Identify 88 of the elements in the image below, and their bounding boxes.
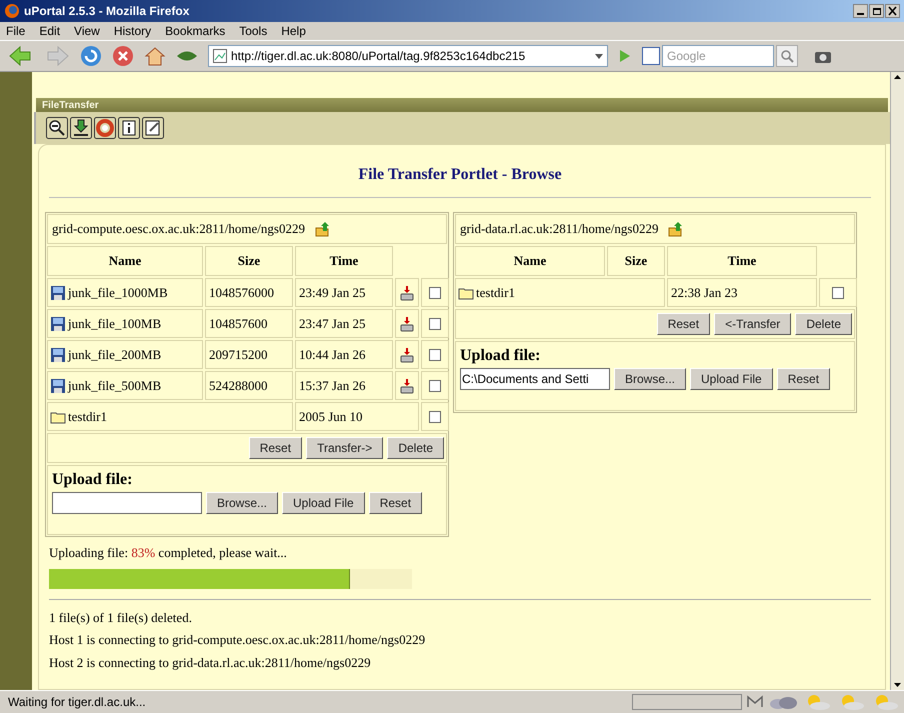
close-button[interactable] [885, 4, 900, 18]
search-field[interactable]: Google [662, 45, 774, 67]
upload-label: Upload file: [52, 470, 134, 490]
menu-item[interactable]: History [114, 22, 152, 40]
file-path-field[interactable]: C:\Documents and Setti [460, 368, 610, 390]
row-checkbox[interactable] [429, 318, 441, 330]
status-bar-text: Waiting for tiger.dl.ac.uk... [7, 694, 146, 711]
host-path: grid-compute.oesc.ox.ac.uk:2811/home/ngs0229 [52, 220, 305, 238]
file-name: junk_file_100MB [68, 314, 162, 333]
form-button[interactable]: Reset [776, 368, 830, 390]
form-button[interactable]: Delete [387, 437, 444, 459]
folder-up-icon[interactable] [314, 221, 331, 237]
column-header: Name [47, 246, 203, 276]
download-icon[interactable] [70, 117, 92, 139]
row-checkbox[interactable] [429, 348, 441, 360]
file-time: 2005 Jun 10 [295, 402, 419, 431]
file-size: 524288000 [205, 371, 293, 400]
edit-icon[interactable] [142, 117, 164, 139]
file-time: 23:49 Jan 25 [295, 278, 393, 307]
row-checkbox[interactable] [832, 286, 844, 298]
menu-item[interactable]: Edit [39, 22, 60, 40]
info-icon[interactable] [118, 117, 140, 139]
file-time: 22:38 Jan 23 [667, 278, 817, 307]
upload-label: Upload file: [460, 346, 542, 366]
menu-item[interactable]: Bookmarks [165, 22, 226, 40]
file-time: 23:47 Jan 25 [295, 309, 393, 338]
download-tray-icon[interactable] [399, 378, 415, 394]
download-tray-icon[interactable] [399, 284, 415, 300]
download-tray-icon[interactable] [399, 346, 415, 362]
upload-status-text: Uploading file: 83% completed, please wait... [49, 544, 288, 562]
scroll-up-icon[interactable] [894, 75, 901, 79]
file-size: 104857600 [205, 309, 293, 338]
file-time: 15:37 Jan 26 [295, 371, 393, 400]
mail-icon[interactable] [746, 694, 764, 710]
file-path-field[interactable] [52, 492, 202, 514]
zoom-out-icon[interactable] [46, 117, 68, 139]
scroll-down-icon[interactable] [894, 683, 901, 687]
form-button[interactable]: Reset [248, 437, 302, 459]
form-button[interactable]: Upload File [690, 368, 773, 390]
page-icon [213, 49, 227, 63]
column-header: Time [667, 246, 817, 276]
menu-item[interactable]: Help [281, 22, 306, 40]
file-time: 10:44 Jan 26 [295, 340, 393, 369]
leaf-icon[interactable] [176, 49, 198, 63]
menu-item[interactable]: View [74, 22, 100, 40]
file-size: 209715200 [205, 340, 293, 369]
stop-icon[interactable] [112, 45, 134, 67]
folder-up-icon[interactable] [668, 221, 684, 237]
search-icon[interactable] [776, 45, 798, 67]
maximize-button[interactable] [869, 4, 884, 18]
form-button[interactable]: Reset [368, 492, 422, 514]
menu-item[interactable]: File [6, 22, 26, 40]
minimize-button[interactable] [853, 4, 868, 18]
menu-item[interactable]: Tools [239, 22, 268, 40]
reload-icon[interactable] [80, 45, 102, 67]
lifebuoy-icon[interactable] [94, 117, 116, 139]
browser-logo-icon [4, 3, 20, 19]
address-bar[interactable]: http://tiger.dl.ac.uk:8080/uPortal/tag.9f8253c164dbc215 [208, 45, 608, 67]
column-header: Name [455, 246, 605, 276]
portlet-heading: File Transfer Portlet - Browse [49, 145, 871, 198]
file-name: junk_file_200MB [68, 346, 162, 364]
home-icon[interactable] [144, 45, 166, 67]
row-checkbox[interactable] [429, 286, 441, 298]
download-tray-icon[interactable] [399, 316, 415, 332]
column-header: Time [295, 246, 393, 276]
column-header: Size [607, 246, 665, 276]
column-header: Size [205, 246, 293, 276]
file-name: testdir1 [476, 284, 515, 302]
file-name: testdir1 [68, 408, 107, 426]
row-checkbox[interactable] [429, 380, 441, 392]
portlet-title-bar: FileTransfer [36, 98, 888, 112]
host-path: grid-data.rl.ac.uk:2811/home/ngs0229 [460, 220, 658, 238]
file-size: 1048576000 [205, 278, 293, 307]
file-name: junk_file_500MB [68, 376, 162, 395]
row-checkbox[interactable] [429, 410, 441, 422]
form-button[interactable]: Reset [656, 313, 710, 335]
status-message: 1 file(s) of 1 file(s) deleted. [49, 608, 193, 627]
status-message: Host 2 is connecting to grid-data.rl.ac.uk:2811/home/ngs0229 [49, 654, 372, 672]
window-title: uPortal 2.5.3 - Mozilla Firefox [24, 3, 190, 20]
file-name: junk_file_1000MB [68, 284, 168, 302]
form-button[interactable]: Browse... [614, 368, 686, 390]
dropdown-arrow-icon[interactable] [595, 54, 603, 58]
form-button[interactable]: Transfer-> [306, 437, 384, 459]
form-button[interactable]: Upload File [282, 492, 365, 514]
status-message: Host 1 is connecting to grid-compute.oesc.ox.ac.uk:2811/home/ngs0229 [49, 631, 426, 649]
form-button[interactable]: Browse... [206, 492, 278, 514]
form-button[interactable]: Delete [795, 313, 852, 335]
form-button[interactable]: <-Transfer [714, 313, 792, 335]
